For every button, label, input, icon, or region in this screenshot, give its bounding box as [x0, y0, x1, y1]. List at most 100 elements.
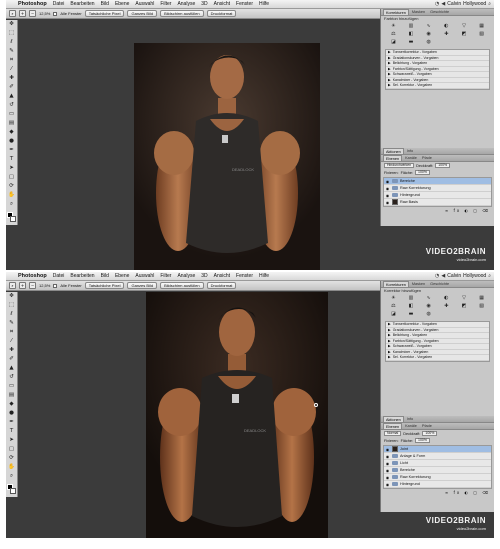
volume-icon[interactable]: ◀	[441, 1, 445, 7]
gradient-tool-icon[interactable]: ▤	[7, 119, 17, 128]
zoom-in-icon[interactable]: +	[19, 10, 26, 17]
spotlight-icon[interactable]: ⌕	[488, 1, 491, 7]
menu-ebene[interactable]: Ebene	[112, 273, 132, 279]
all-windows-checkbox[interactable]	[53, 11, 58, 16]
expand-triangle-icon[interactable]: ▶	[388, 322, 391, 326]
blend-mode-select[interactable]: Normal	[384, 431, 402, 436]
opacity-field[interactable]: 100%	[435, 163, 451, 168]
invert-icon[interactable]: ◩	[456, 303, 473, 310]
wifi-icon[interactable]: ◔	[435, 273, 439, 279]
layer-row[interactable]: ◉ Bereiche	[384, 178, 491, 185]
expand-triangle-icon[interactable]: ▶	[388, 344, 391, 348]
tab-kanaele[interactable]: Kanäle	[403, 155, 419, 161]
wifi-icon[interactable]: ◔	[435, 1, 439, 7]
print-size-button[interactable]: Druckformat	[206, 10, 237, 17]
expand-triangle-icon[interactable]: ▶	[388, 339, 391, 343]
visibility-eye-icon[interactable]: ◉	[385, 193, 390, 198]
dodge-tool-icon[interactable]: ●	[7, 137, 17, 146]
type-tool-icon[interactable]: T	[7, 427, 17, 436]
all-windows-checkbox[interactable]	[53, 283, 58, 288]
hand-tool-icon[interactable]: ✋	[7, 463, 17, 472]
spotlight-icon[interactable]: ⌕	[488, 273, 491, 279]
brush-tool-icon[interactable]: ✐	[7, 355, 17, 364]
eyedropper-tool-icon[interactable]: ⁄	[7, 337, 17, 346]
visibility-eye-icon[interactable]: ◉	[385, 200, 390, 205]
hand-tool-icon[interactable]: ✋	[7, 191, 17, 200]
marquee-tool-icon[interactable]: ⬚	[7, 29, 17, 38]
move-tool-icon[interactable]: ✥	[7, 292, 17, 301]
visibility-eye-icon[interactable]: ◉	[385, 482, 390, 487]
healing-tool-icon[interactable]: ✚	[7, 74, 17, 83]
shape-tool-icon[interactable]: ▢	[7, 445, 17, 454]
gradient-map-icon[interactable]: ▬	[403, 311, 420, 318]
layer-row[interactable]: ◉ Hintergrund	[384, 192, 491, 199]
shape-tool-icon[interactable]: ▢	[7, 173, 17, 182]
menu-datei[interactable]: Datei	[50, 1, 68, 7]
crop-tool-icon[interactable]: ⌗	[7, 56, 17, 65]
tab-masken[interactable]: Masken	[410, 281, 427, 287]
layer-row[interactable]: ◉ Joint	[384, 446, 491, 453]
posterize-icon[interactable]: ▧	[473, 31, 490, 38]
menu-filter[interactable]: Filter	[157, 1, 174, 7]
hue-saturation-icon[interactable]: ▦	[473, 295, 490, 302]
user-name[interactable]: Calvin	[447, 273, 461, 279]
menu-analyse[interactable]: Analyse	[174, 273, 198, 279]
tab-pfade[interactable]: Pfade	[420, 155, 434, 161]
healing-tool-icon[interactable]: ✚	[7, 346, 17, 355]
tab-pfade[interactable]: Pfade	[420, 423, 434, 429]
color-swatches[interactable]	[6, 484, 17, 496]
blur-tool-icon[interactable]: ◆	[7, 400, 17, 409]
expand-triangle-icon[interactable]: ▶	[388, 50, 391, 54]
layer-row[interactable]: ◉ Licht	[384, 460, 491, 467]
fit-screen-button[interactable]: Ganzes Bild	[127, 282, 158, 289]
blur-tool-icon[interactable]: ◆	[7, 128, 17, 137]
document-canvas[interactable]: DEADLOCK	[134, 43, 320, 270]
expand-triangle-icon[interactable]: ▶	[388, 333, 391, 337]
menu-auswahl[interactable]: Auswahl	[132, 273, 157, 279]
hue-saturation-icon[interactable]: ▦	[473, 23, 490, 30]
fit-screen-button[interactable]: Ganzes Bild	[127, 10, 158, 17]
lasso-tool-icon[interactable]: ℓ	[7, 310, 17, 319]
menu-ansicht[interactable]: Ansicht	[211, 1, 233, 7]
menu-hilfe[interactable]: Hilfe	[256, 1, 272, 7]
layers-footer-icons[interactable]: ∞ fx ◐ ▢ ⌫	[381, 208, 494, 214]
app-name[interactable]: Photoshop	[15, 273, 50, 279]
visibility-eye-icon[interactable]: ◉	[385, 447, 390, 452]
zoom-tool-box-icon[interactable]: ⌕	[7, 200, 17, 209]
preset-item[interactable]: ▶ Sel. Korrektur - Vorgaben	[386, 355, 489, 361]
expand-triangle-icon[interactable]: ▶	[388, 78, 391, 82]
dodge-tool-icon[interactable]: ●	[7, 409, 17, 418]
layers-footer-icons[interactable]: ∞ fx ◐ ▢ ⌫	[381, 490, 494, 496]
eraser-tool-icon[interactable]: ▭	[7, 110, 17, 119]
threshold-icon[interactable]: ◪	[385, 39, 402, 46]
menu-auswahl[interactable]: Auswahl	[132, 1, 157, 7]
menu-bild[interactable]: Bild	[98, 1, 112, 7]
menu-fenster[interactable]: Fenster	[233, 1, 256, 7]
expand-triangle-icon[interactable]: ▶	[388, 72, 391, 76]
tab-info[interactable]: Info	[405, 416, 415, 422]
photo-filter-icon[interactable]: ◉	[420, 303, 437, 310]
tab-aktionen[interactable]: Aktionen	[383, 148, 404, 154]
menu-3d[interactable]: 3D	[198, 1, 210, 7]
brightness-icon[interactable]: ☀	[385, 23, 402, 30]
zoom-tool-icon[interactable]: ⌕	[9, 10, 16, 17]
quick-select-tool-icon[interactable]: ✎	[7, 319, 17, 328]
brush-tool-icon[interactable]: ✐	[7, 83, 17, 92]
visibility-eye-icon[interactable]: ◉	[385, 468, 390, 473]
3d-rotate-tool-icon[interactable]: ⟳	[7, 182, 17, 191]
visibility-eye-icon[interactable]: ◉	[385, 179, 390, 184]
volume-icon[interactable]: ◀	[441, 273, 445, 279]
visibility-eye-icon[interactable]: ◉	[385, 454, 390, 459]
opacity-field[interactable]: 100%	[422, 431, 438, 436]
stamp-tool-icon[interactable]: ▲	[7, 364, 17, 373]
invert-icon[interactable]: ◩	[456, 31, 473, 38]
path-select-tool-icon[interactable]: ➤	[7, 164, 17, 173]
history-brush-tool-icon[interactable]: ↺	[7, 101, 17, 110]
menu-datei[interactable]: Datei	[50, 273, 68, 279]
tab-geschichte[interactable]: Geschichte	[428, 281, 451, 287]
black-white-icon[interactable]: ◧	[403, 303, 420, 310]
visibility-eye-icon[interactable]: ◉	[385, 475, 390, 480]
blend-mode-select[interactable]: Hindurchwirken	[384, 163, 415, 168]
actual-pixels-button[interactable]: Tatsächliche Pixel	[84, 10, 125, 17]
document-canvas[interactable]: DEADLOCK	[146, 292, 328, 538]
